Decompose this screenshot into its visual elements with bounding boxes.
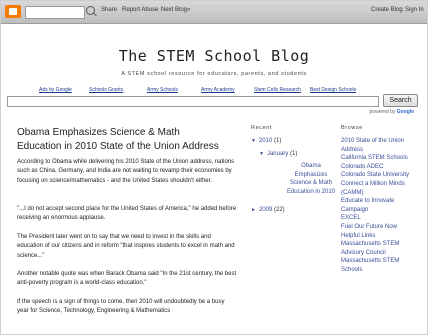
archive-year-2009[interactable]: ► 2009 (22) bbox=[251, 206, 285, 215]
label-link[interactable]: Massachusetts STEM Advisory Council bbox=[341, 240, 421, 257]
label-link[interactable]: California STEM Schools bbox=[341, 154, 421, 163]
site-search: Search bbox=[7, 94, 418, 108]
blog-title[interactable]: The STEM School Blog bbox=[1, 47, 427, 65]
labels-heading: Browse bbox=[341, 125, 363, 131]
archive-post-link[interactable]: Obama Emphasizes Science & Math Educatio… bbox=[286, 162, 336, 196]
label-link[interactable]: Fuel Our Future Now bbox=[341, 223, 421, 232]
navbar-create-blog-link[interactable]: Create Blog bbox=[371, 7, 403, 13]
post-paragraph: The President later went on to say that … bbox=[17, 234, 235, 259]
navbar-share-link[interactable]: Share bbox=[101, 7, 117, 13]
ad-link[interactable]: Ads by Google bbox=[39, 87, 72, 93]
ad-link[interactable]: Army Schools bbox=[147, 87, 178, 93]
navbar-next-blog-link[interactable]: Next Blog» bbox=[161, 7, 190, 13]
label-link[interactable]: EXCEL bbox=[341, 214, 421, 223]
search-button[interactable]: Search bbox=[383, 94, 418, 107]
label-link[interactable]: Educate to Innovate Campaign bbox=[341, 197, 421, 214]
ad-link[interactable]: Best Design Schools bbox=[310, 87, 356, 93]
ad-link[interactable]: Army Academy bbox=[201, 87, 235, 93]
label-link[interactable]: 2010 State of the Union Address bbox=[341, 137, 421, 154]
blogger-logo-icon[interactable] bbox=[5, 5, 21, 18]
collapsed-triangle-icon[interactable]: ► bbox=[251, 207, 256, 213]
search-icon[interactable] bbox=[86, 6, 95, 15]
labels-list: 2010 State of the Union Address Californ… bbox=[341, 137, 421, 275]
label-link[interactable]: Helpful Links bbox=[341, 232, 421, 241]
navbar-sign-in-link[interactable]: Sign In bbox=[405, 7, 424, 13]
post-paragraph: If the speech is a sign of things to com… bbox=[17, 299, 225, 315]
search-input[interactable] bbox=[7, 96, 379, 107]
archive-year-2010[interactable]: ▼ 2010 (1) bbox=[251, 137, 281, 146]
browser-frame: Share Report Abuse Next Blog» Create Blo… bbox=[0, 0, 428, 335]
blog-subtitle: A STEM school resource for educators, pa… bbox=[121, 71, 307, 77]
label-link[interactable]: Colorado State University bbox=[341, 171, 421, 180]
post-paragraph: "...I do not accept second place for the… bbox=[17, 206, 237, 222]
navbar-report-abuse-link[interactable]: Report Abuse bbox=[122, 7, 158, 13]
post-title[interactable]: Obama Emphasizes Science & Math Educatio… bbox=[17, 126, 227, 154]
powered-by-google: powered by Google bbox=[369, 109, 414, 115]
expanded-triangle-icon[interactable]: ▼ bbox=[259, 151, 264, 157]
post-paragraph: Another notable quote was when Barack Ob… bbox=[17, 271, 237, 287]
post-paragraph: According to Obama while delivering his … bbox=[17, 159, 235, 184]
label-link[interactable]: Colorado ADEC bbox=[341, 163, 421, 172]
archive-month-january[interactable]: ▼ January (1) bbox=[259, 150, 297, 159]
expanded-triangle-icon[interactable]: ▼ bbox=[251, 138, 256, 144]
label-link[interactable]: Massachusetts STEM Schools bbox=[341, 257, 421, 274]
blogger-navbar: Share Report Abuse Next Blog» Create Blo… bbox=[1, 1, 427, 24]
navbar-search-input[interactable] bbox=[25, 6, 85, 19]
archive-heading: Recent bbox=[251, 125, 273, 131]
ad-link[interactable]: Schools Grants bbox=[89, 87, 123, 93]
label-link[interactable]: Connect a Million Minds (CAMM) bbox=[341, 180, 421, 197]
ad-link[interactable]: Stem Cells Research bbox=[254, 87, 301, 93]
